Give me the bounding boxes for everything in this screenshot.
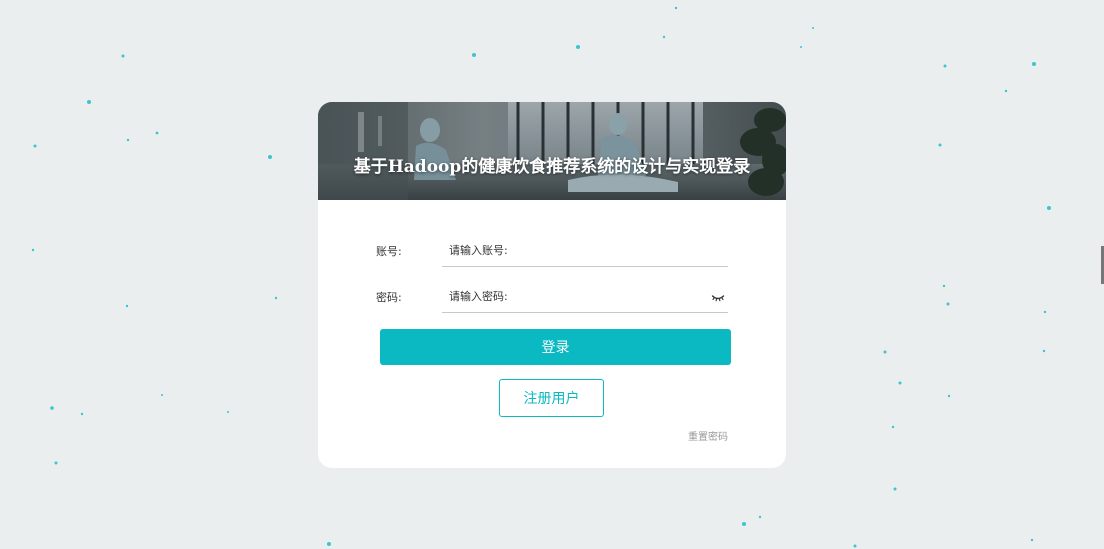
banner-image: 基于Hadoop的健康饮食推荐系统的设计与实现登录 <box>318 102 786 200</box>
register-button[interactable]: 注册用户 <box>499 379 604 417</box>
password-label: 密码: <box>376 291 402 304</box>
eye-closed-icon[interactable] <box>711 291 725 303</box>
password-input[interactable] <box>442 281 728 313</box>
login-page: 基于Hadoop的健康饮食推荐系统的设计与实现登录 账号: 密码: 登录 注册用… <box>0 0 1104 549</box>
login-button[interactable]: 登录 <box>380 329 731 365</box>
account-input[interactable] <box>442 235 728 267</box>
page-title: 基于Hadoop的健康饮食推荐系统的设计与实现登录 <box>353 157 751 177</box>
account-label: 账号: <box>376 245 402 258</box>
password-row: 密码: <box>376 281 728 315</box>
reset-password-link[interactable]: 重置密码 <box>688 428 728 443</box>
login-card: 基于Hadoop的健康饮食推荐系统的设计与实现登录 账号: 密码: 登录 注册用… <box>318 102 786 468</box>
account-row: 账号: <box>376 235 728 269</box>
